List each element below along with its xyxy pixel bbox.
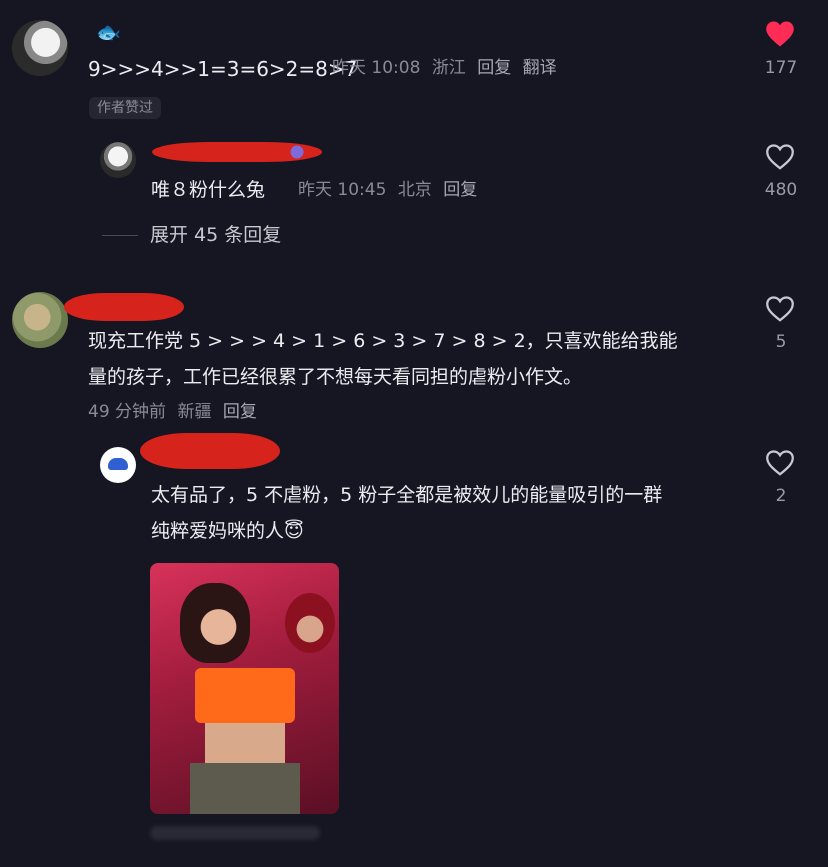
avatar[interactable] — [12, 20, 68, 76]
like-count: 177 — [764, 58, 798, 78]
comment-text-line2: 量的孩子，工作已经很累了不想每天看同担的虐粉小作文。 — [88, 366, 583, 388]
reply-avatar[interactable] — [100, 142, 136, 178]
reply-photo[interactable] — [150, 563, 339, 814]
username-emoji: 🐟 — [96, 20, 121, 44]
comment-meta: 49 分钟前 新疆 回复 — [88, 404, 257, 421]
expand-replies-button[interactable]: 展开 45 条回复 — [150, 226, 281, 245]
redacted-username — [64, 293, 184, 321]
heart-outline-icon — [766, 296, 794, 322]
comment-text-line1: 现充工作党 5 > > > 4 > 1 > 6 > 3 > 7 > 8 > 2，… — [88, 330, 678, 352]
photo-pants — [190, 763, 300, 814]
reply-button[interactable]: 回复 — [223, 402, 257, 422]
comment-location: 新疆 — [177, 402, 212, 422]
reply-text-line1: 太有品了，5 不虐粉，5 粉子全都是被效儿的能量吸引的一群 — [151, 484, 663, 506]
blurred-caption — [150, 826, 320, 840]
photo-top — [195, 668, 295, 723]
sticker-icon — [286, 143, 308, 161]
redacted-username — [140, 433, 280, 469]
like-count: 2 — [775, 486, 787, 506]
like-button[interactable] — [765, 143, 797, 173]
like-button[interactable] — [765, 20, 797, 50]
reply-button[interactable]: 回复 — [477, 58, 511, 78]
heart-filled-icon — [766, 21, 794, 47]
photo-figure — [180, 583, 250, 663]
reply-text-line2: 纯粹爱妈咪的人😇 — [151, 522, 304, 541]
reply-avatar[interactable] — [100, 447, 136, 483]
like-count: 5 — [775, 332, 787, 352]
reply-location: 北京 — [397, 180, 432, 200]
like-count: 480 — [764, 180, 798, 200]
avatar[interactable] — [12, 292, 68, 348]
reply-text: 唯８粉什么兔 — [151, 179, 266, 201]
translate-button[interactable]: 翻译 — [523, 58, 557, 78]
photo-background-dancer — [285, 593, 335, 653]
comment-time: 昨天 10:08 — [332, 58, 421, 78]
comment-text: 9>>>4>>1=3=6>2=8>7 — [88, 57, 358, 81]
author-liked-badge: 作者赞过 — [89, 97, 161, 119]
reply-button[interactable]: 回复 — [443, 180, 477, 200]
reply-meta: 昨天 10:45 北京 回复 — [298, 182, 477, 199]
heart-outline-icon — [766, 144, 794, 170]
smile-halo-emoji-icon: 😇 — [284, 520, 304, 542]
comment-location: 浙江 — [431, 58, 466, 78]
reply-text-line2-text: 纯粹爱妈咪的人 — [151, 520, 285, 542]
heart-outline-icon — [766, 450, 794, 476]
like-button[interactable] — [765, 449, 797, 479]
comment-meta: 昨天 10:08 浙江 回复 翻译 — [332, 60, 557, 77]
reply-time: 昨天 10:45 — [298, 180, 387, 200]
comment-time: 49 分钟前 — [88, 402, 167, 422]
bucket-hat-icon — [108, 458, 128, 470]
expand-divider — [102, 235, 138, 236]
like-button[interactable] — [765, 295, 797, 325]
photo-waist — [205, 723, 285, 763]
